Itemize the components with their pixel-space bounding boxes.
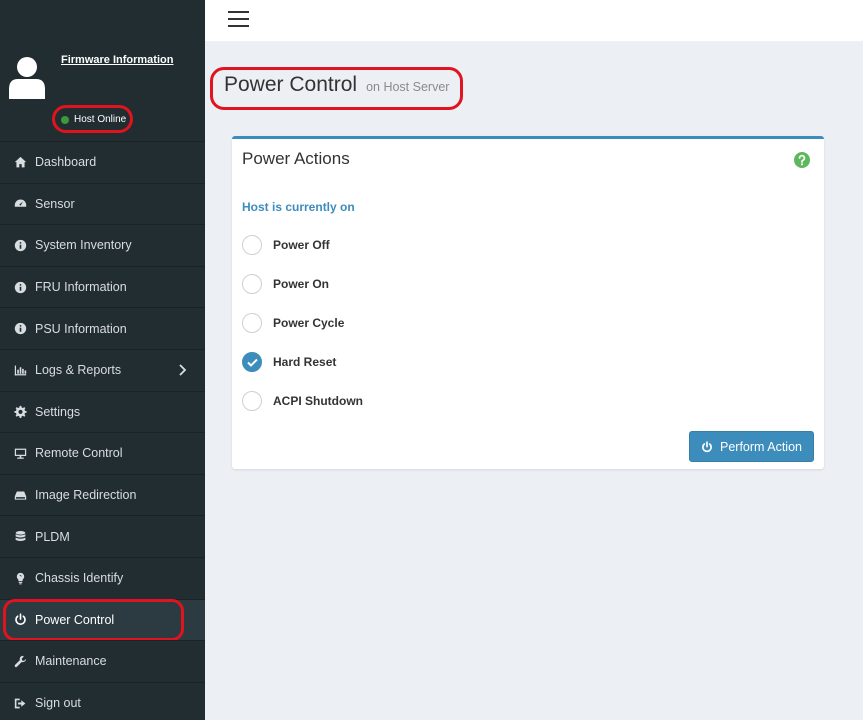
sidebar-item-sign-out[interactable]: Sign out bbox=[0, 681, 205, 720]
sidebar-item-power-control[interactable]: Power Control bbox=[0, 598, 205, 641]
sidebar-item-sensor[interactable]: Sensor bbox=[0, 182, 205, 225]
power-icon bbox=[702, 440, 712, 452]
sidebar-item-label: Logs & Reports bbox=[35, 363, 122, 378]
user-avatar-icon bbox=[9, 57, 45, 99]
power-actions-panel: Power Actions Host is currently on Power… bbox=[232, 136, 824, 469]
sign-out-icon bbox=[13, 696, 27, 710]
user-panel: Firmware Information Host Online bbox=[0, 0, 205, 141]
option-power-cycle[interactable]: Power Cycle bbox=[242, 313, 344, 333]
option-power-off[interactable]: Power Off bbox=[242, 235, 330, 255]
sidebar-item-label: FRU Information bbox=[35, 280, 127, 295]
sidebar-item-remote-control[interactable]: Remote Control bbox=[0, 432, 205, 474]
firmware-information-link[interactable]: Firmware Information bbox=[61, 54, 173, 66]
sidebar-menu: Dashboard Sensor System Inventory FRU In… bbox=[0, 141, 205, 720]
option-power-on[interactable]: Power On bbox=[242, 274, 329, 294]
sidebar-item-psu-information[interactable]: PSU Information bbox=[0, 307, 205, 349]
option-label: ACPI Shutdown bbox=[273, 394, 363, 408]
sidebar-item-logs-reports[interactable]: Logs & Reports bbox=[0, 348, 205, 391]
page-title-highlight bbox=[210, 67, 463, 110]
top-bar bbox=[205, 0, 863, 41]
sidebar-item-label: Sensor bbox=[35, 196, 75, 211]
option-acpi-shutdown[interactable]: ACPI Shutdown bbox=[242, 391, 363, 411]
radio-button[interactable] bbox=[242, 274, 262, 294]
sidebar-item-chassis-identify[interactable]: Chassis Identify bbox=[0, 556, 205, 599]
radio-button[interactable] bbox=[242, 235, 262, 255]
help-icon[interactable] bbox=[794, 152, 810, 168]
sidebar-item-label: Settings bbox=[35, 404, 81, 419]
lightbulb-icon bbox=[13, 571, 27, 585]
host-state-text: Host is currently on bbox=[242, 200, 355, 214]
sidebar-item-label: Maintenance bbox=[35, 654, 107, 669]
sidebar-item-dashboard[interactable]: Dashboard bbox=[0, 141, 205, 183]
sidebar-item-label: Remote Control bbox=[35, 446, 123, 461]
gear-icon bbox=[13, 405, 27, 419]
info-icon bbox=[13, 322, 27, 336]
perform-action-button[interactable]: Perform Action bbox=[689, 431, 814, 462]
sidebar-item-label: Sign out bbox=[35, 696, 81, 711]
info-icon bbox=[13, 280, 27, 294]
sidebar-item-image-redirection[interactable]: Image Redirection bbox=[0, 473, 205, 516]
radio-button-checked[interactable] bbox=[242, 352, 262, 372]
sidebar-item-settings[interactable]: Settings bbox=[0, 390, 205, 433]
hamburger-menu-icon[interactable] bbox=[228, 11, 249, 27]
sidebar-item-label: System Inventory bbox=[35, 238, 132, 253]
option-label: Power Cycle bbox=[273, 316, 345, 330]
sidebar-item-label: Chassis Identify bbox=[35, 571, 124, 586]
monitor-icon bbox=[13, 446, 27, 460]
sidebar: Firmware Information Host Online Dashboa… bbox=[0, 0, 205, 720]
sidebar-item-maintenance[interactable]: Maintenance bbox=[0, 640, 205, 682]
power-control-highlight bbox=[3, 598, 184, 641]
host-status-highlight bbox=[52, 105, 133, 133]
sidebar-item-pldm[interactable]: PLDM bbox=[0, 515, 205, 557]
info-icon bbox=[13, 238, 27, 252]
wrench-icon bbox=[13, 654, 27, 668]
sidebar-item-label: PSU Information bbox=[35, 321, 127, 336]
database-icon bbox=[13, 530, 27, 544]
sidebar-item-label: Image Redirection bbox=[35, 488, 137, 503]
radio-button[interactable] bbox=[242, 391, 262, 411]
tachometer-icon bbox=[13, 197, 27, 211]
chevron-right-icon bbox=[177, 364, 187, 376]
radio-button[interactable] bbox=[242, 313, 262, 333]
sidebar-item-fru-information[interactable]: FRU Information bbox=[0, 265, 205, 308]
panel-title: Power Actions bbox=[242, 149, 350, 168]
perform-action-label: Perform Action bbox=[720, 439, 802, 454]
sidebar-item-label: PLDM bbox=[35, 529, 70, 544]
option-label: Power Off bbox=[273, 238, 330, 252]
home-icon bbox=[13, 155, 27, 169]
drive-icon bbox=[13, 488, 27, 502]
option-label: Power On bbox=[273, 277, 330, 291]
bar-chart-icon bbox=[13, 363, 27, 377]
checkmark-icon bbox=[246, 358, 258, 367]
sidebar-item-system-inventory[interactable]: System Inventory bbox=[0, 224, 205, 266]
option-hard-reset[interactable]: Hard Reset bbox=[242, 352, 336, 372]
option-label: Hard Reset bbox=[273, 355, 337, 369]
sidebar-item-label: Dashboard bbox=[35, 155, 97, 170]
